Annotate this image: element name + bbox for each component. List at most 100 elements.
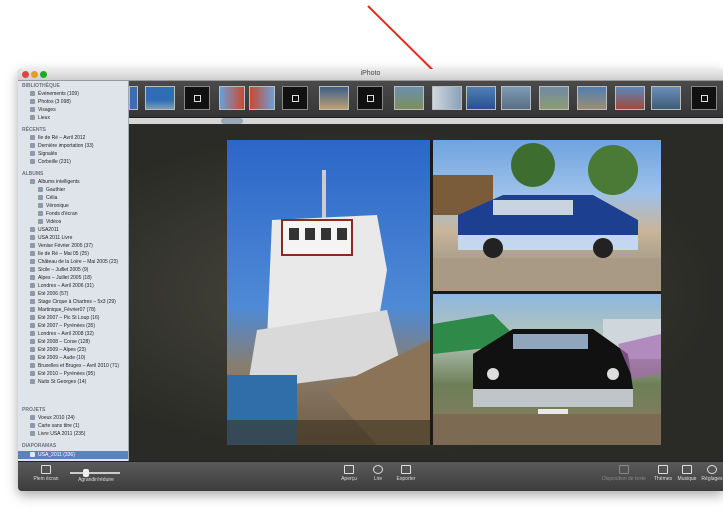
sidebar-item-project[interactable]: Voeux 2010 (24) [30, 415, 75, 421]
sidebar-item-album[interactable]: Martinique_Février07 (78) [30, 307, 96, 313]
sidebar-item-project[interactable]: Carte sans titre (1) [30, 423, 79, 429]
play-button[interactable]: Lire [368, 465, 388, 482]
album-icon [30, 275, 35, 281]
sidebar-item-album[interactable]: Bruxelles et Bruges – Avril 2010 (71) [30, 363, 119, 369]
slide-filmstrip[interactable] [129, 81, 723, 118]
slide-thumbnail[interactable] [615, 86, 645, 110]
slide-thumbnail[interactable] [319, 86, 349, 110]
source-list: BIBLIOTHÈQUE Événements (109) Photos (3 … [18, 81, 129, 461]
folder-icon [30, 179, 35, 185]
album-icon [30, 323, 35, 329]
sidebar-item-smart-folder[interactable]: Albums intelligents [30, 179, 80, 185]
gear-icon [707, 465, 717, 474]
slide-thumbnail[interactable] [432, 86, 462, 110]
text-slide-thumbnail[interactable] [691, 86, 717, 110]
sidebar-item-smart-album[interactable]: Fonds d'écran [38, 211, 78, 217]
album-icon [30, 371, 35, 377]
filmstrip-scrollbar[interactable] [129, 118, 723, 124]
photos-icon [30, 99, 35, 105]
sidebar-item-album[interactable]: Eté 2009 – Aude (10) [30, 355, 85, 361]
sidebar-item-slideshow-selected[interactable]: USA_2011 (336) [18, 451, 128, 459]
sidebar-item-album[interactable]: Château de la Loire – Mai 2005 (23) [30, 259, 118, 265]
sidebar-item-album[interactable]: Eté 2007 – Pyrénées (35) [30, 323, 95, 329]
sidebar-item-photos[interactable]: Photos (3 098) [30, 99, 71, 105]
library-header: BIBLIOTHÈQUE [22, 83, 60, 89]
sidebar-item-flagged[interactable]: Signalés [30, 151, 57, 157]
slide-thumbnail[interactable] [249, 86, 275, 110]
slide-thumbnail[interactable] [501, 86, 531, 110]
sidebar-item-album[interactable]: Londres – Avril 2008 (32) [30, 331, 94, 337]
text-slide-thumbnail[interactable] [357, 86, 383, 110]
card-icon [30, 415, 35, 421]
slide-thumbnail[interactable] [145, 86, 175, 110]
slide-thumbnail[interactable] [219, 86, 245, 110]
slide-thumbnail[interactable] [539, 86, 569, 110]
sidebar-item-album[interactable]: Alpes – Juillet 2005 (18) [30, 275, 92, 281]
sidebar-item-smart-album[interactable]: Gauthier [38, 187, 65, 193]
slide-thumbnail[interactable] [129, 86, 138, 110]
sidebar-item-album[interactable]: Venise Février 2005 (37) [30, 243, 93, 249]
events-icon [30, 91, 35, 97]
sidebar-item-album[interactable]: Eté 2006 (57) [30, 291, 68, 297]
sidebar-item-recent-event[interactable]: Ile de Ré – Avril 2012 [30, 135, 85, 141]
sidebar-item-album[interactable]: Nuits St Georges (14) [30, 379, 86, 385]
boat-illustration [227, 170, 430, 445]
scrollbar-thumb[interactable] [221, 118, 243, 124]
sidebar-item-album[interactable]: Londres – Avril 2006 (31) [30, 283, 94, 289]
clock-icon [30, 143, 35, 149]
album-icon [30, 283, 35, 289]
slide-thumbnail[interactable] [651, 86, 681, 110]
text-layout-button[interactable]: Disposition de texte [596, 465, 652, 482]
smart-album-icon [38, 203, 43, 209]
smart-album-icon [38, 211, 43, 217]
book-icon [30, 431, 35, 437]
music-button[interactable]: Musique [675, 465, 699, 482]
slide-thumbnail[interactable] [466, 86, 496, 110]
album-icon [30, 339, 35, 345]
slideshow-icon [30, 452, 35, 458]
text-slide-thumbnail[interactable] [282, 86, 308, 110]
blue-car-illustration [433, 143, 661, 291]
sidebar-item-smart-album[interactable]: Vidéos [38, 219, 61, 225]
slide-thumbnail[interactable] [577, 86, 607, 110]
album-icon [30, 331, 35, 337]
sidebar-item-smart-album[interactable]: Célia [38, 195, 57, 201]
preview-icon [344, 465, 354, 474]
sidebar-item-album[interactable]: Stage Cirque à Chartres – 5x3 (29) [30, 299, 116, 305]
fullscreen-icon [41, 465, 51, 474]
zoom-slider[interactable] [70, 469, 120, 477]
slide-thumbnail[interactable] [394, 86, 424, 110]
album-icon [30, 243, 35, 249]
sidebar-item-project[interactable]: Livre USA 2011 (235) [30, 431, 85, 437]
sidebar-item-places[interactable]: Lieux [30, 115, 50, 121]
sidebar-item-album[interactable]: Eté 2009 – Alpes (23) [30, 347, 86, 353]
slide-viewer [129, 125, 723, 461]
zoom-slider-knob[interactable] [83, 469, 90, 477]
sidebar-item-album-folder[interactable]: USA2011 [30, 227, 59, 233]
sidebar-item-album[interactable]: Eté 2007 – Pic St Loup (16) [30, 315, 99, 321]
album-icon [30, 259, 35, 265]
sidebar-item-album-folder[interactable]: USA 2011 Livre [30, 235, 72, 241]
sidebar-item-album[interactable]: Eté 2008 – Corse (128) [30, 339, 90, 345]
sidebar-item-faces[interactable]: Visages [30, 107, 56, 113]
sidebar-item-events[interactable]: Événements (109) [30, 91, 79, 97]
sidebar-item-album[interactable]: Eté 2010 – Pyrénées (95) [30, 371, 95, 377]
album-icon [30, 363, 35, 369]
albums-header: ALBUMS [22, 171, 44, 177]
themes-button[interactable]: Thèmes [652, 465, 674, 482]
text-slide-thumbnail[interactable] [184, 86, 210, 110]
event-icon [30, 135, 35, 141]
sidebar-item-trash[interactable]: Corbeille (231) [30, 159, 71, 165]
folder-icon [30, 227, 35, 233]
sidebar-item-album[interactable]: Ile de Ré – Mai 05 (25) [30, 251, 89, 257]
fullscreen-button[interactable]: Plein écran [26, 465, 66, 482]
card-icon [30, 423, 35, 429]
settings-button[interactable]: Réglages [701, 465, 723, 482]
sidebar-item-smart-album[interactable]: Véronique [38, 203, 69, 209]
smart-album-icon [38, 195, 43, 201]
preview-button[interactable]: Aperçu [336, 465, 362, 482]
recent-header: RÉCENTS [22, 127, 46, 133]
export-button[interactable]: Exporter [392, 465, 420, 482]
sidebar-item-last-import[interactable]: Dernière importation (33) [30, 143, 94, 149]
sidebar-item-album[interactable]: Sicile – Juillet 2005 (9) [30, 267, 88, 273]
